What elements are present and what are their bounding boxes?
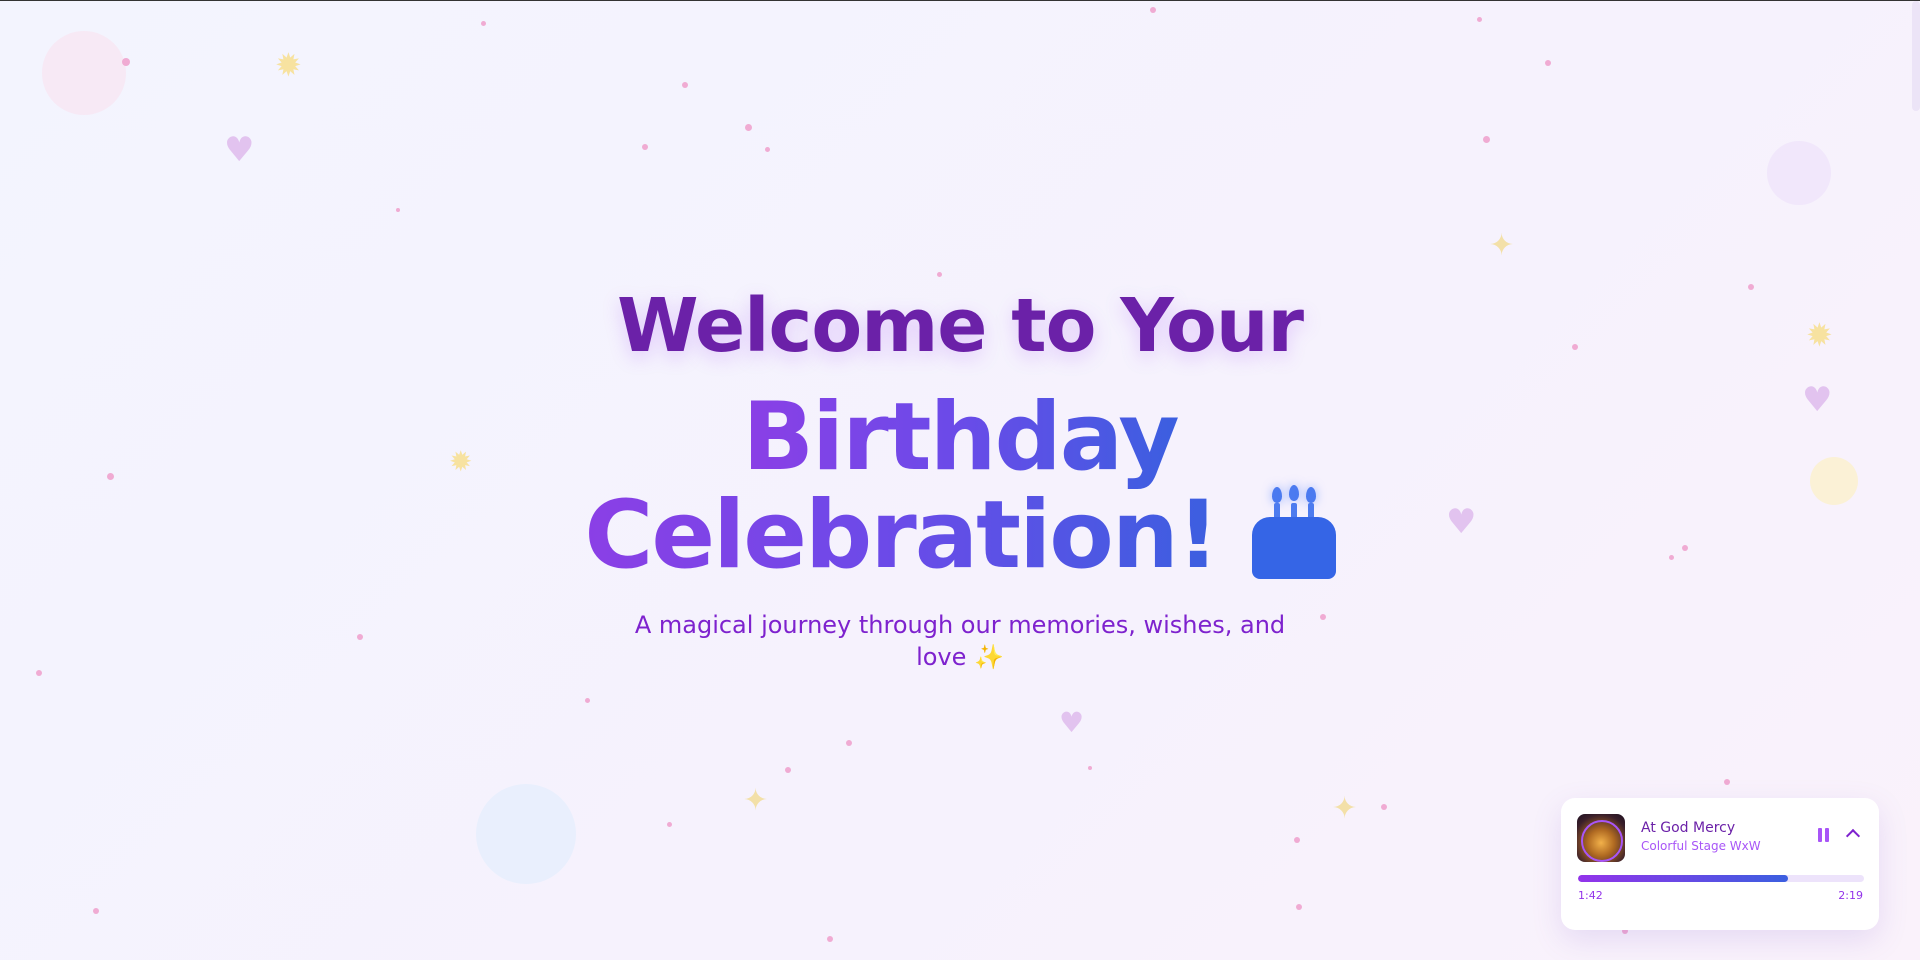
decor-dot bbox=[357, 634, 363, 640]
heart-icon: ♥ bbox=[224, 130, 255, 170]
decor-dot bbox=[1545, 60, 1551, 66]
decor-circle bbox=[476, 784, 576, 884]
decor-dot bbox=[1150, 7, 1156, 13]
current-time: 1:42 bbox=[1578, 889, 1603, 902]
music-player: At God Mercy Colorful Stage WxW 1:42 2:1… bbox=[1561, 798, 1879, 930]
title-celebration-text: Celebration! bbox=[584, 481, 1219, 590]
decor-dot bbox=[1477, 17, 1482, 22]
decor-dot bbox=[827, 936, 833, 942]
title-line-celebration: Celebration! bbox=[0, 485, 1920, 585]
decor-dot bbox=[846, 740, 852, 746]
decor-dot bbox=[1088, 766, 1092, 770]
decor-dot bbox=[765, 147, 770, 152]
album-art bbox=[1577, 814, 1625, 862]
track-title: At God Mercy bbox=[1641, 820, 1736, 836]
birthday-cake-icon bbox=[1251, 483, 1336, 579]
decor-dot bbox=[1381, 804, 1387, 810]
decor-dot bbox=[1320, 614, 1326, 620]
pause-icon bbox=[1817, 828, 1822, 842]
decor-dot bbox=[642, 144, 648, 150]
welcome-heading: Welcome to Your bbox=[616, 283, 1304, 369]
sparkles-icon: ✦ bbox=[743, 783, 769, 818]
heart-icon: ♥ bbox=[1059, 706, 1085, 739]
decor-circle bbox=[42, 31, 126, 115]
chevron-up-icon bbox=[1845, 828, 1861, 844]
title-birthday-text: Birthday bbox=[742, 383, 1179, 492]
track-duration: 2:19 bbox=[1838, 889, 1863, 902]
decor-dot bbox=[785, 767, 791, 773]
decor-circle bbox=[1767, 141, 1831, 205]
sparkles-icon: ✦ bbox=[1489, 228, 1515, 263]
decor-dot bbox=[937, 272, 942, 277]
decor-dot bbox=[396, 208, 400, 212]
decor-dot bbox=[745, 124, 752, 131]
decor-dot bbox=[1294, 837, 1300, 843]
decor-dot bbox=[682, 82, 688, 88]
sparkle-burst-icon: ✹ bbox=[275, 46, 302, 84]
track-artist: Colorful Stage WxW bbox=[1641, 839, 1761, 853]
page-scrollbar[interactable] bbox=[1912, 1, 1920, 111]
decor-dot bbox=[36, 670, 42, 676]
decor-dot bbox=[585, 698, 590, 703]
sparkles-icon: ✦ bbox=[1332, 791, 1358, 826]
expand-player-button[interactable] bbox=[1843, 824, 1863, 844]
pause-button[interactable] bbox=[1815, 828, 1831, 844]
decor-dot bbox=[1296, 904, 1302, 910]
progress-bar[interactable] bbox=[1578, 875, 1864, 882]
decor-dot bbox=[481, 21, 486, 26]
progress-fill bbox=[1578, 875, 1788, 882]
decor-dot bbox=[667, 822, 672, 827]
decor-dot bbox=[122, 58, 130, 66]
title-line-birthday: Birthday bbox=[0, 391, 1920, 485]
hero-subtitle: A magical journey through our memories, … bbox=[634, 611, 1286, 671]
decor-dot bbox=[1483, 136, 1490, 143]
decor-dot bbox=[1724, 779, 1730, 785]
decor-dot bbox=[93, 908, 99, 914]
